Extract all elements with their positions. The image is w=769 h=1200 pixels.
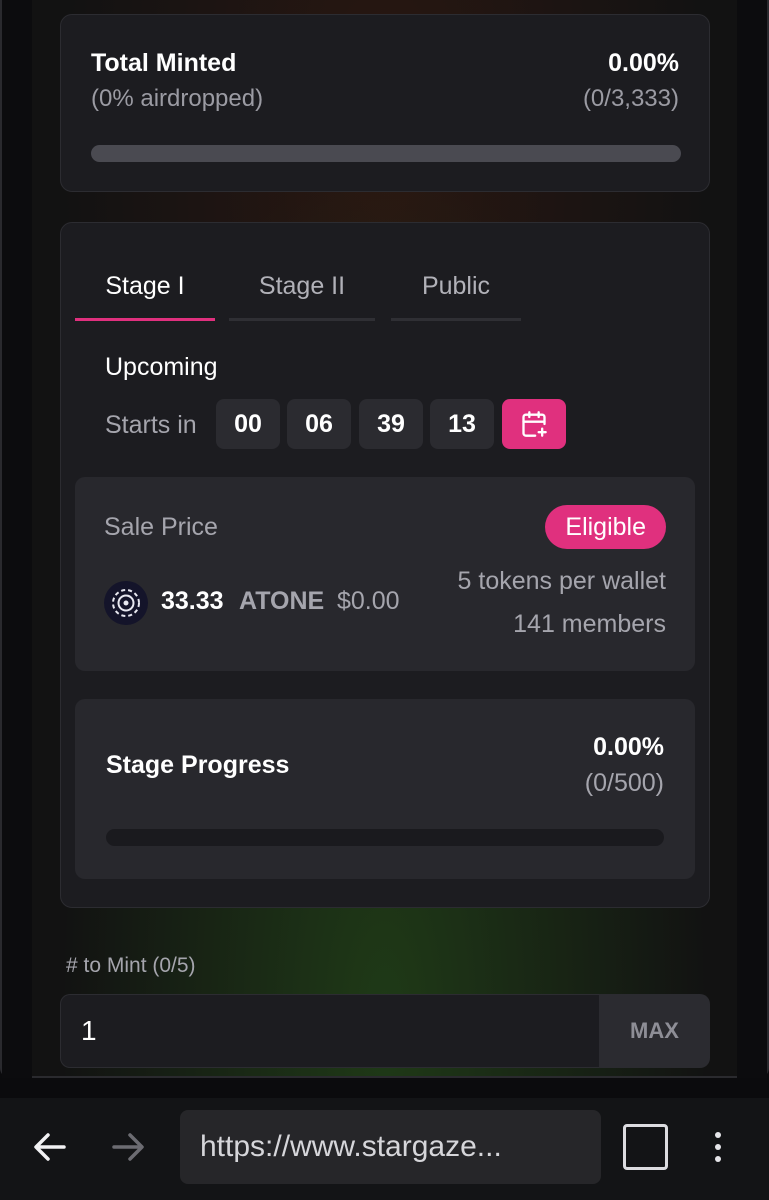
right-edge [737,0,767,1078]
forward-button[interactable] [108,1125,148,1169]
stage-status: Upcoming [105,353,218,381]
sale-price-label: Sale Price [104,513,218,541]
tab-switcher-button[interactable] [623,1124,668,1170]
members-count: 141 members [513,610,666,638]
add-to-calendar-button[interactable] [502,399,566,449]
menu-dot [715,1156,721,1162]
max-button[interactable]: MAX [599,994,710,1068]
tokens-per-wallet: 5 tokens per wallet [457,567,666,595]
mint-quantity-input[interactable] [60,994,600,1068]
tab-stage-2[interactable]: Stage II [229,263,375,321]
countdown-seconds: 13 [430,399,494,449]
atone-coin-icon [104,581,148,625]
airdropped-text: (0% airdropped) [91,85,264,112]
menu-dot [715,1132,721,1138]
countdown-minutes: 39 [359,399,423,449]
stage-tabs: Stage I Stage II Public [75,263,535,321]
browser-menu-button[interactable] [706,1125,730,1169]
tab-stage-1[interactable]: Stage I [75,263,215,321]
arrow-right-icon [112,1133,144,1161]
total-minted-percent: 0.00% [608,49,679,77]
price-value: 33.33 [161,587,224,615]
starts-in-label: Starts in [105,411,197,439]
left-edge [2,0,32,1078]
sale-price-box: Sale Price Eligible 33.33 ATONE $0.00 5 … [75,477,695,671]
stage-card: Stage I Stage II Public Upcoming Starts … [60,222,710,908]
total-minted-card: Total Minted (0% airdropped) 0.00% (0/3,… [60,14,710,192]
back-button[interactable] [30,1125,70,1169]
countdown-days: 00 [216,399,280,449]
tab-public[interactable]: Public [391,263,521,321]
menu-dot [715,1144,721,1150]
arrow-left-icon [34,1133,66,1161]
stage-progress-title: Stage Progress [106,751,290,779]
mint-count-label: # to Mint (0/5) [66,954,196,977]
countdown-hours: 06 [287,399,351,449]
total-minted-title: Total Minted [91,49,237,77]
coin-glyph [112,589,140,617]
address-bar[interactable]: https://www.stargaze... [180,1110,601,1184]
stage-progress-box: Stage Progress 0.00% (0/500) [75,699,695,879]
price-currency: ATONE [239,587,325,615]
stage-progress-bar [106,829,664,846]
eligible-badge: Eligible [545,505,666,549]
total-minted-progress-bar [91,145,681,162]
stage-progress-percent: 0.00% [593,733,664,761]
total-minted-count: (0/3,333) [582,85,679,112]
stage-progress-count: (0/500) [584,769,664,797]
calendar-plus-icon [522,411,547,437]
price-usd: $0.00 [337,587,400,615]
